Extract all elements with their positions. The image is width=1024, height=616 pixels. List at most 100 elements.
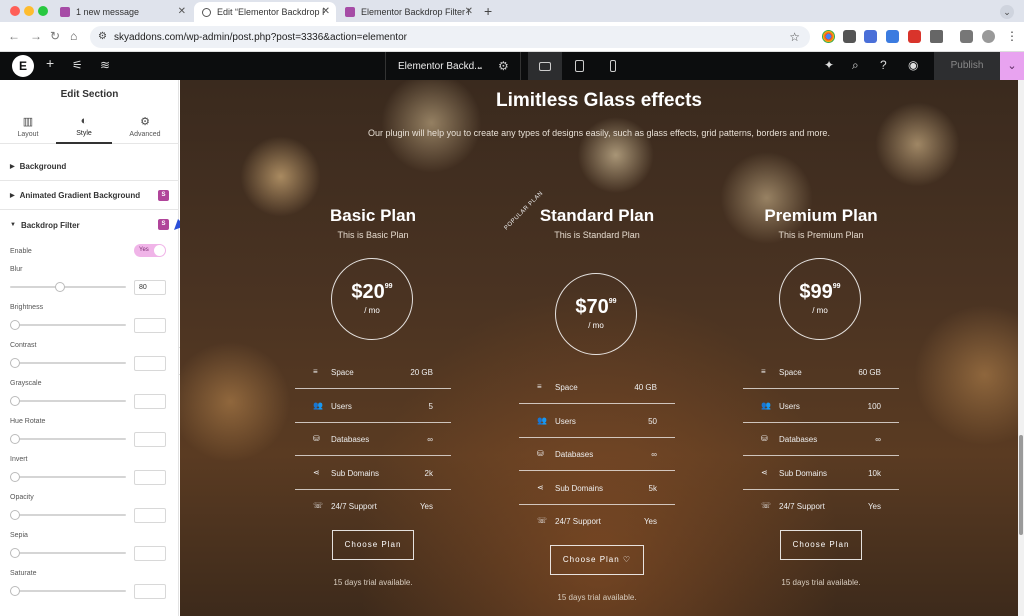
- enable-toggle[interactable]: Yes: [134, 244, 166, 257]
- plan-name: Standard Plan: [539, 206, 655, 225]
- chrome-extension-icon[interactable]: [822, 30, 835, 43]
- feature-row: ⋖ Sub Domains 10k: [743, 457, 899, 490]
- feature-label: Space: [779, 368, 802, 377]
- browser-tab-example[interactable]: Elementor Backdrop Filter Ex ✕: [337, 2, 479, 22]
- tab-layout[interactable]: ▥ Layout: [0, 110, 56, 144]
- control-slider[interactable]: [10, 358, 126, 368]
- support-icon: ☏: [537, 516, 548, 525]
- elementor-logo-icon[interactable]: E: [12, 55, 34, 77]
- choose-plan-button[interactable]: Choose Plan: [332, 530, 414, 560]
- publish-button[interactable]: Publish: [934, 52, 1000, 80]
- price-cents: 99: [832, 283, 841, 290]
- feature-label: Users: [331, 401, 352, 411]
- red-extension-icon[interactable]: [908, 30, 921, 43]
- control-number-input[interactable]: [134, 470, 166, 485]
- control-number-input[interactable]: [134, 584, 166, 599]
- profile-avatar[interactable]: [982, 30, 995, 43]
- tab-search-chevron-icon[interactable]: ⌄: [1000, 5, 1014, 19]
- document-title-dropdown[interactable]: Elementor Backd... ⌄ ⚙: [385, 52, 521, 80]
- feature-label: Sub Domains: [331, 468, 380, 478]
- notifications-icon[interactable]: ✦: [824, 58, 834, 72]
- puzzle-extensions-icon[interactable]: [930, 30, 943, 43]
- control-slider[interactable]: [10, 434, 126, 444]
- close-tab-icon[interactable]: ✕: [465, 6, 473, 17]
- key-extension-icon[interactable]: [886, 30, 899, 43]
- close-tab-icon[interactable]: ✕: [178, 6, 186, 17]
- contrast-icon: ◐: [80, 115, 88, 127]
- preview-eye-icon[interactable]: ◉: [908, 58, 918, 72]
- control-number-input[interactable]: [134, 432, 166, 447]
- skyaddons-badge-icon: S: [158, 219, 169, 230]
- slider-handle[interactable]: [10, 586, 20, 596]
- desktop-view-button[interactable]: [528, 52, 562, 80]
- control-slider[interactable]: [10, 510, 126, 520]
- more-menu-icon[interactable]: ⋮: [1006, 29, 1018, 43]
- control-number-input[interactable]: [134, 318, 166, 333]
- control-slider[interactable]: [10, 472, 126, 482]
- translate-extension-icon[interactable]: [864, 30, 877, 43]
- bookmark-star-icon[interactable]: ☆: [789, 30, 800, 44]
- control-number-input[interactable]: [134, 546, 166, 561]
- control-number-input[interactable]: [134, 508, 166, 523]
- site-info-icon[interactable]: ⚙: [98, 31, 107, 42]
- section-background[interactable]: ▶ Background: [0, 153, 179, 181]
- tab-style[interactable]: ◐ Style: [56, 110, 112, 144]
- forward-arrow-icon[interactable]: →: [30, 29, 42, 43]
- site-settings-sliders-icon[interactable]: ⚟: [72, 58, 83, 72]
- media-controls-icon[interactable]: [960, 30, 973, 43]
- slider-handle[interactable]: [55, 282, 65, 292]
- slider-handle[interactable]: [10, 548, 20, 558]
- preview-canvas[interactable]: Limitless Glass effects Our plugin will …: [180, 80, 1018, 616]
- browser-tab-edit[interactable]: Edit “Elementor Backdrop Filt ✕: [194, 2, 336, 22]
- add-element-icon[interactable]: +: [46, 55, 54, 71]
- browser-tab-messages[interactable]: 1 new message ✕: [52, 2, 192, 22]
- pricing-card: Basic Plan This is Basic Plan $2099 / mo ≡ Sp…: [295, 206, 451, 606]
- control-slider[interactable]: [10, 586, 126, 596]
- help-icon[interactable]: ?: [880, 58, 887, 72]
- slider-handle[interactable]: [10, 396, 20, 406]
- close-window-button[interactable]: [10, 6, 20, 16]
- publish-options-chevron-icon[interactable]: ⌄: [1000, 52, 1024, 80]
- slider-handle[interactable]: [10, 320, 20, 330]
- slider-handle[interactable]: [10, 434, 20, 444]
- control-slider[interactable]: [10, 282, 126, 292]
- control-slider[interactable]: [10, 320, 126, 330]
- elementor-top-bar: E + ⚟ ≋ Elementor Backd... ⌄ ⚙ ✦ ⌕ ? ◉ P…: [0, 52, 1024, 80]
- minimize-window-button[interactable]: [24, 6, 34, 16]
- choose-plan-button[interactable]: Choose Plan: [780, 530, 862, 560]
- search-icon[interactable]: ⌕: [852, 58, 859, 73]
- page-settings-gear-icon[interactable]: ⚙: [498, 59, 509, 73]
- section-animated-gradient[interactable]: ▶ Animated Gradient Background S: [0, 182, 179, 210]
- feature-row: ⛁ Databases ∞: [519, 438, 675, 471]
- section-backdrop-filter[interactable]: ▼ Backdrop Filter S: [0, 211, 179, 239]
- new-tab-button[interactable]: +: [484, 3, 492, 19]
- home-icon[interactable]: ⌂: [70, 29, 77, 43]
- structure-layers-icon[interactable]: ≋: [100, 58, 110, 72]
- maximize-window-button[interactable]: [38, 6, 48, 16]
- gear-icon: ⚙: [140, 116, 150, 128]
- control-number-input[interactable]: [134, 356, 166, 371]
- control-number-input[interactable]: 80: [134, 280, 166, 295]
- tablet-view-button[interactable]: [562, 52, 596, 80]
- tab-advanced[interactable]: ⚙ Advanced: [116, 110, 174, 144]
- control-number-input[interactable]: [134, 394, 166, 409]
- choose-plan-button[interactable]: Choose Plan ♡: [550, 545, 644, 575]
- back-arrow-icon[interactable]: ←: [8, 29, 20, 43]
- shield-extension-icon[interactable]: [843, 30, 856, 43]
- slider-handle[interactable]: [10, 510, 20, 520]
- close-tab-icon[interactable]: ✕: [322, 6, 330, 17]
- editor-panel: Edit Section ▥ Layout ◐ Style ⚙ Advanced…: [0, 80, 179, 616]
- control-slider[interactable]: [10, 548, 126, 558]
- address-bar[interactable]: ⚙ skyaddons.com/wp-admin/post.php?post=3…: [90, 26, 810, 48]
- skyaddons-favicon-icon: [345, 7, 355, 17]
- button-label: Choose Plan: [562, 555, 620, 564]
- slider-handle[interactable]: [10, 358, 20, 368]
- slider-handle[interactable]: [10, 472, 20, 482]
- feature-label: 24/7 Support: [779, 502, 825, 511]
- scrollbar-thumb[interactable]: [1019, 435, 1023, 535]
- feature-row: ☏ 24/7 Support Yes: [295, 490, 451, 523]
- mobile-view-button[interactable]: [596, 52, 630, 80]
- control-slider[interactable]: [10, 396, 126, 406]
- reload-icon[interactable]: ↻: [50, 29, 60, 43]
- canvas-scrollbar[interactable]: [1018, 80, 1024, 616]
